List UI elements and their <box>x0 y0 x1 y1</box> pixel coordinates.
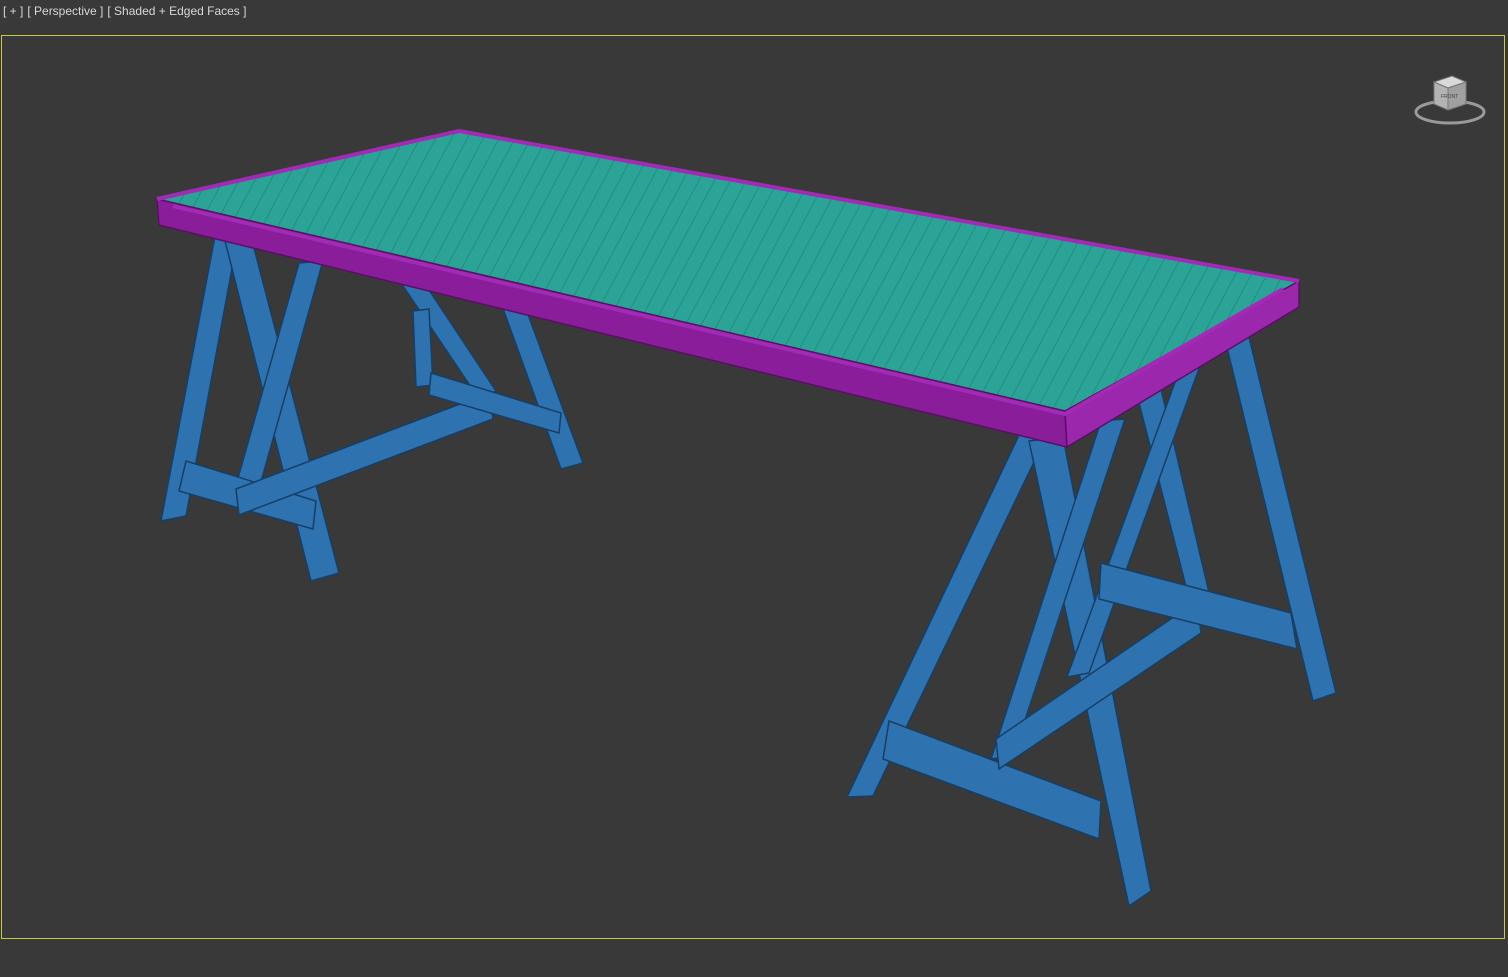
tabletop[interactable] <box>156 128 1301 449</box>
perspective-viewport[interactable]: FRONT <box>1 35 1505 939</box>
scene-canvas <box>156 128 1337 908</box>
viewcube-icon: FRONT <box>1414 75 1486 125</box>
viewcube[interactable]: FRONT <box>1414 72 1486 128</box>
viewcube-front-label: FRONT <box>1441 94 1458 100</box>
